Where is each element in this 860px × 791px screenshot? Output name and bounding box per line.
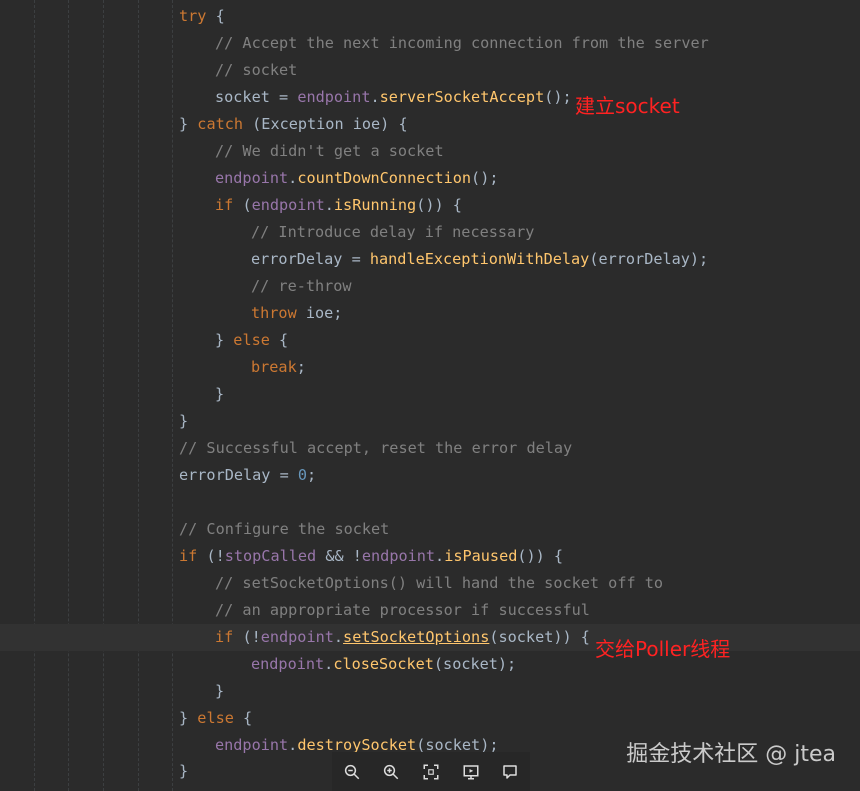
comment-icon	[503, 764, 517, 779]
code-comment: // Successful accept, reset the error de…	[179, 439, 573, 457]
code-line: socket = endpoint.serverSocketAccept();	[215, 88, 572, 106]
code-line: if (!stopCalled && !endpoint.isPaused())…	[179, 547, 564, 565]
code-editor: try { // Accept the next incoming connec…	[0, 0, 860, 791]
image-viewer-toolbar	[332, 752, 530, 791]
code-comment: // Configure the socket	[179, 520, 390, 538]
zoom-out-button[interactable]	[340, 760, 364, 784]
zoom-out-icon	[344, 764, 360, 779]
annotation-hand-to-poller: 交给Poller线程	[595, 637, 731, 661]
code-comment: // an appropriate processor if successfu…	[215, 601, 590, 619]
fit-screen-button[interactable]	[419, 760, 443, 784]
code-comment: // Accept the next incoming connection f…	[215, 34, 709, 52]
code-line: if (!endpoint.setSocketOptions(socket)) …	[215, 628, 590, 646]
slideshow-button[interactable]	[459, 760, 483, 784]
code-line: errorDelay = handleExceptionWithDelay(er…	[251, 250, 709, 268]
code-line: throw ioe;	[251, 304, 343, 322]
zoom-in-button[interactable]	[379, 760, 403, 784]
code-line: errorDelay = 0;	[179, 466, 317, 484]
code-line: } else {	[179, 709, 253, 727]
watermark: 掘金技术社区 @ jtea	[626, 742, 836, 767]
code-line: } else {	[215, 331, 289, 349]
code-comment: // We didn't get a socket	[215, 142, 444, 160]
annotation-accept-socket: 建立socket	[575, 94, 680, 118]
code-line: endpoint.countDownConnection();	[215, 169, 499, 187]
code-comment: // setSocketOptions() will hand the sock…	[215, 574, 664, 592]
code-line: try {	[179, 7, 225, 25]
comment-button[interactable]	[498, 760, 522, 784]
code-line: if (endpoint.isRunning()) {	[215, 196, 462, 214]
code-brace: }	[179, 762, 189, 780]
code-brace: }	[215, 385, 225, 403]
code-line: endpoint.closeSocket(socket);	[251, 655, 517, 673]
fit-screen-icon	[423, 764, 439, 779]
code-brace: }	[215, 682, 225, 700]
code-comment: // Introduce delay if necessary	[251, 223, 535, 241]
zoom-in-icon	[384, 764, 399, 779]
code-comment: // socket	[215, 61, 298, 79]
code-brace: }	[179, 412, 189, 430]
slideshow-icon	[463, 764, 479, 779]
code-comment: // re-throw	[251, 277, 352, 295]
code-line: break;	[251, 358, 306, 376]
code-line: } catch (Exception ioe) {	[179, 115, 408, 133]
